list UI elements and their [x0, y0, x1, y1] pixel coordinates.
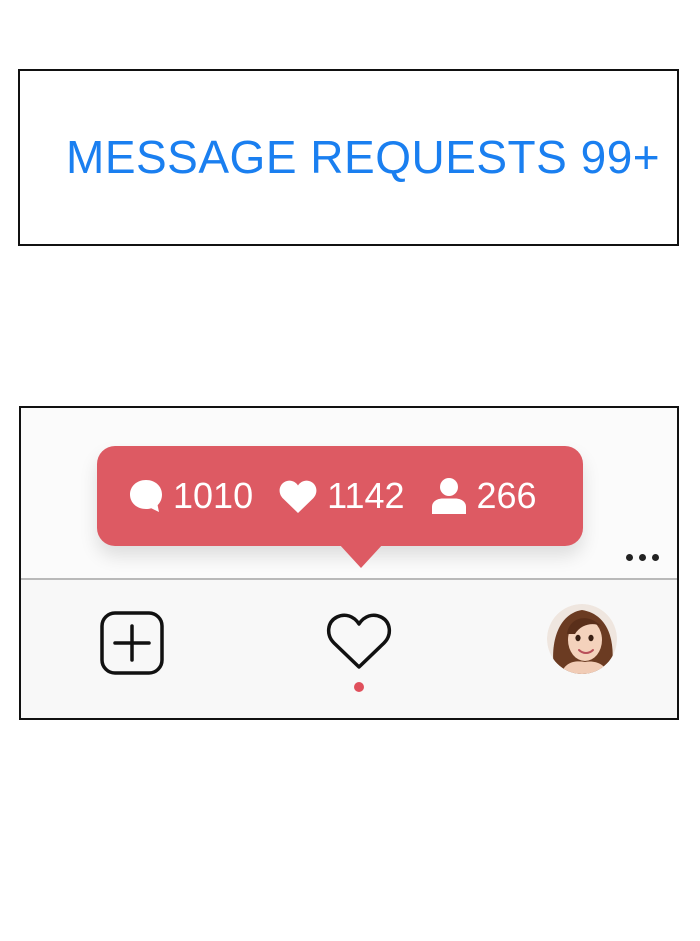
notification-bubble-pointer [339, 544, 383, 568]
message-requests-panel: MESSAGE REQUESTS 99+ [18, 69, 679, 246]
comment-icon [130, 480, 162, 512]
activity-notification-bubble[interactable]: 1010 1142 266 [97, 446, 583, 546]
followers-count: 266 [476, 475, 537, 516]
add-post-button[interactable] [99, 610, 165, 681]
comments-count-item: 1010 [127, 476, 253, 516]
person-icon [431, 478, 466, 514]
message-requests-label[interactable]: MESSAGE REQUESTS 99+ [66, 131, 660, 183]
profile-avatar[interactable] [547, 604, 617, 674]
activity-tab-button[interactable] [324, 610, 394, 677]
heart-outline-icon [327, 613, 391, 669]
followers-count-item: 266 [429, 476, 537, 516]
likes-count: 1142 [327, 475, 405, 516]
activity-dot [354, 682, 364, 692]
comments-count: 1010 [173, 475, 254, 516]
heart-icon [279, 480, 317, 513]
add-post-icon [100, 611, 164, 675]
likes-count-item: 1142 [277, 475, 405, 516]
instagram-tab-bar-panel: 1010 1142 266 [19, 406, 679, 720]
more-dots-icon[interactable] [626, 554, 659, 561]
